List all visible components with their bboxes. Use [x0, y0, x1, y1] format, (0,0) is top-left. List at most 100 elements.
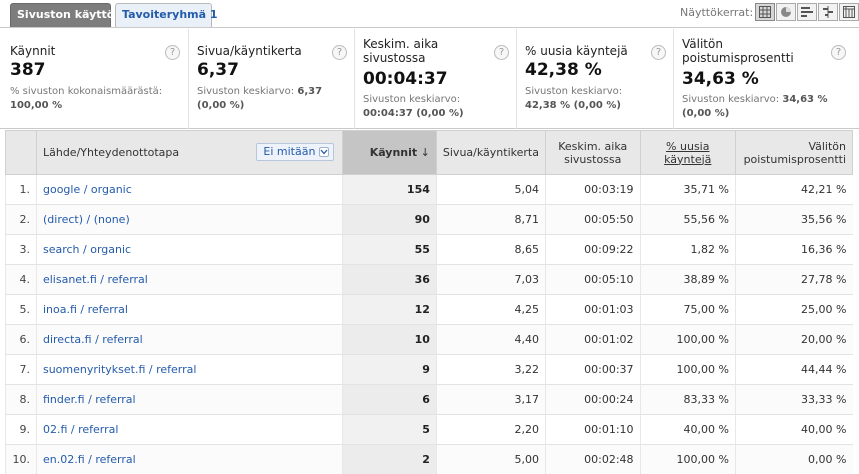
- row-visits-cell: 36: [342, 264, 437, 295]
- metric-label: Sivua/käyntikerta: [197, 44, 302, 58]
- row-source-link[interactable]: google / organic: [43, 183, 132, 196]
- metric-sub-value-2: (0,00 %): [682, 108, 730, 119]
- table-row: 6. directa.fi / referral 10 4,40 00:01:02 100…: [5, 324, 853, 355]
- row-bounce-rate-cell: 0,00 %: [734, 444, 853, 474]
- row-bounce-rate-cell: 44,44 %: [734, 354, 853, 385]
- row-new-visits-cell: 100,00 %: [639, 444, 736, 474]
- row-avg-time-cell: 00:05:50: [544, 204, 641, 235]
- help-icon[interactable]: ?: [165, 45, 180, 60]
- secondary-dimension-dropdown[interactable]: Ei mitään: [256, 143, 335, 161]
- row-source-link-cell: search / organic: [35, 234, 343, 265]
- row-index-cell: 10.: [5, 444, 37, 474]
- row-bounce-rate-cell: 25,00 %: [734, 294, 853, 325]
- bar-chart-icon[interactable]: [797, 3, 817, 21]
- metric-pages-per-visit: Sivua/käyntikerta ? 6,37 Sivuston keskia…: [189, 29, 355, 129]
- row-source-link-cell: elisanet.fi / referral: [35, 264, 343, 295]
- table-icon[interactable]: [755, 3, 775, 21]
- metric-value: 00:04:37: [363, 69, 448, 89]
- metric-sub-value: 42,38 % (0,00 %): [525, 100, 621, 111]
- row-source-link-cell: en.02.fi / referral: [35, 444, 343, 474]
- row-pages-per-visit-cell: 4,25: [435, 294, 546, 325]
- row-new-visits-cell: 40,00 %: [639, 414, 736, 445]
- row-source-link[interactable]: directa.fi / referral: [43, 333, 143, 346]
- view-label: Näyttökerrat:: [680, 6, 754, 19]
- metric-sub-text: % sivuston kokonaismäärästä:: [10, 86, 163, 97]
- row-source-link[interactable]: finder.fi / referral: [43, 393, 136, 406]
- row-bounce-rate-cell: 20,00 %: [734, 324, 853, 355]
- row-pages-per-visit-cell: 4,40: [435, 324, 546, 355]
- metric-label: Keskim. aika sivustossa: [363, 37, 439, 65]
- metric-sub-value: 34,63 %: [782, 94, 828, 105]
- table-row: 9. 02.fi / referral 5 2,20 00:01:10 40,00 % 40…: [5, 414, 853, 445]
- table-row: 2. (direct) / (none) 90 8,71 00:05:50 55,56 %…: [5, 204, 853, 235]
- row-index-cell: 1.: [5, 174, 37, 205]
- metric-value: 387: [10, 60, 46, 80]
- row-new-visits-cell: 83,33 %: [639, 384, 736, 415]
- metric-label: Välitön poistumisprosentti: [682, 37, 794, 65]
- row-bounce-rate-cell: 16,36 %: [734, 234, 853, 265]
- report-tabs: Sivuston käyttö Tavoiteryhmä 1 Näyttöker…: [0, 0, 859, 28]
- visits-header[interactable]: Käynnit ↓: [342, 130, 437, 175]
- help-icon[interactable]: ?: [494, 45, 509, 60]
- row-source-link-cell: 02.fi / referral: [35, 414, 343, 445]
- metric-value: 6,37: [197, 60, 239, 80]
- table-row: 10. en.02.fi / referral 2 5,00 00:02:48 100,0…: [5, 444, 853, 474]
- help-icon[interactable]: ?: [651, 45, 666, 60]
- help-icon[interactable]: ?: [332, 45, 347, 60]
- row-avg-time-cell: 00:05:10: [544, 264, 641, 295]
- row-avg-time-cell: 00:01:03: [544, 294, 641, 325]
- row-visits-cell: 12: [342, 294, 437, 325]
- row-pages-per-visit-cell: 2,20: [435, 414, 546, 445]
- table-row: 5. inoa.fi / referral 12 4,25 00:01:03 75,00 …: [5, 294, 853, 325]
- avg-time-header[interactable]: Keskim. aika sivustossa: [544, 130, 641, 175]
- row-source-link-cell: google / organic: [35, 174, 343, 205]
- row-visits-cell: 90: [342, 204, 437, 235]
- row-bounce-rate-cell: 27,78 %: [734, 264, 853, 295]
- tab-site-usage[interactable]: Sivuston käyttö: [10, 3, 114, 27]
- row-pages-per-visit-cell: 5,00: [435, 444, 546, 474]
- row-visits-cell: 5: [342, 414, 437, 445]
- tab-goal-set-1[interactable]: Tavoiteryhmä 1: [115, 3, 218, 27]
- row-new-visits-cell: 35,71 %: [639, 174, 736, 205]
- help-icon[interactable]: ?: [831, 45, 846, 60]
- metric-value: 34,63 %: [682, 69, 759, 89]
- sort-down-arrow-icon: ↓: [420, 146, 430, 159]
- row-new-visits-cell: 75,00 %: [639, 294, 736, 325]
- row-visits-cell: 154: [342, 174, 437, 205]
- table-row: 1. google / organic 154 5,04 00:03:19 35,71 %…: [5, 174, 853, 205]
- comparison-icon[interactable]: [818, 3, 838, 21]
- metric-summary: Käynnit ? 387 % sivuston kokonaismääräst…: [0, 29, 859, 129]
- row-avg-time-cell: 00:00:24: [544, 384, 641, 415]
- row-pages-per-visit-cell: 7,03: [435, 264, 546, 295]
- row-source-link[interactable]: suomenyritykset.fi / referral: [43, 363, 196, 376]
- row-bounce-rate-cell: 33,33 %: [734, 384, 853, 415]
- table-row: 3. search / organic 55 8,65 00:09:22 1,82 % 16…: [5, 234, 853, 265]
- pie-chart-icon[interactable]: [776, 3, 796, 21]
- row-bounce-rate-cell: 35,56 %: [734, 204, 853, 235]
- view-toggle-group: [755, 3, 859, 21]
- row-source-link[interactable]: (direct) / (none): [43, 213, 130, 226]
- row-source-link-cell: (direct) / (none): [35, 204, 343, 235]
- metric-avg-time: Keskim. aika sivustossa ? 00:04:37 Sivus…: [355, 29, 517, 129]
- row-source-link[interactable]: en.02.fi / referral: [43, 453, 136, 466]
- row-source-link[interactable]: 02.fi / referral: [43, 423, 118, 436]
- row-source-link[interactable]: search / organic: [43, 243, 131, 256]
- new-visits-header[interactable]: % uusia käyntejä: [639, 130, 736, 175]
- row-source-link-cell: directa.fi / referral: [35, 324, 343, 355]
- pivot-icon[interactable]: [839, 3, 859, 21]
- table-row: 7. suomenyritykset.fi / referral 9 3,22 00:0…: [5, 354, 853, 385]
- source-medium-header-label: Lähde/Yhteydenottotapa: [42, 146, 180, 159]
- metric-label: Käynnit: [10, 44, 56, 58]
- metric-sub-value-2: (0,00 %): [197, 100, 245, 111]
- table-row: 8. finder.fi / referral 6 3,17 00:00:24 83,33…: [5, 384, 853, 415]
- pages-per-visit-header[interactable]: Sivua/käyntikerta: [435, 130, 546, 175]
- source-medium-header: Lähde/Yhteydenottotapa Ei mitään: [35, 130, 344, 175]
- row-index-cell: 7.: [5, 354, 37, 385]
- metric-sub-value: 00:04:37 (0,00 %): [363, 108, 464, 119]
- row-source-link[interactable]: inoa.fi / referral: [43, 303, 128, 316]
- bounce-rate-header[interactable]: Välitön poistumisprosentti: [734, 130, 854, 175]
- row-new-visits-cell: 38,89 %: [639, 264, 736, 295]
- row-index-cell: 9.: [5, 414, 37, 445]
- row-source-link[interactable]: elisanet.fi / referral: [43, 273, 148, 286]
- row-avg-time-cell: 00:01:10: [544, 414, 641, 445]
